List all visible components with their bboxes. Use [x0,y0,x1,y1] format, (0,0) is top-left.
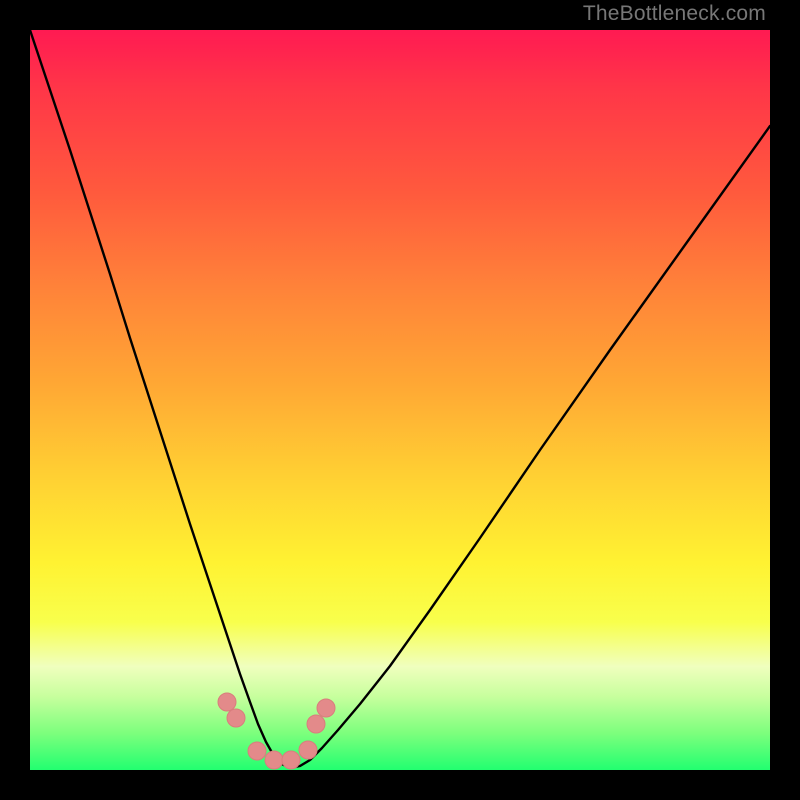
valley-marker [317,699,335,717]
valley-marker [307,715,325,733]
valley-marker [299,741,317,759]
valley-marker [218,693,236,711]
valley-marker [227,709,245,727]
plot-area [30,30,770,770]
bottleneck-markers [218,693,335,769]
bottleneck-curve [30,30,770,768]
curve-svg [30,30,770,770]
chart-frame: TheBottleneck.com [0,0,800,800]
valley-marker [265,751,283,769]
watermark-text: TheBottleneck.com [583,2,766,26]
valley-marker [282,751,300,769]
valley-marker [248,742,266,760]
